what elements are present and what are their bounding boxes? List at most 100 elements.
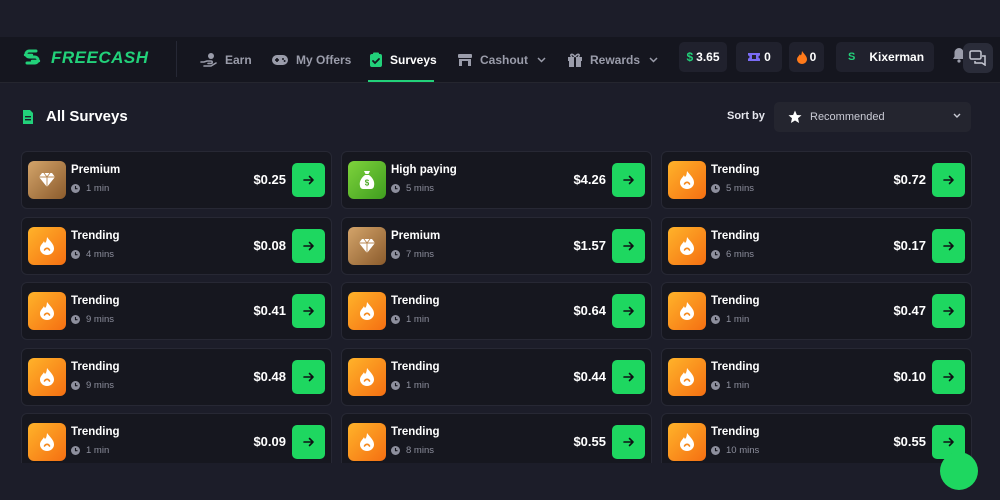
survey-duration: 1 min	[391, 314, 429, 325]
user-menu[interactable]: S Kixerman	[836, 42, 934, 72]
sort-dropdown[interactable]: Recommended	[774, 102, 971, 132]
arrow-right-icon	[942, 306, 954, 316]
survey-card[interactable]: Trending 1 min $0.10	[661, 347, 972, 406]
nav-divider	[176, 41, 177, 77]
sort-label: Sort by	[727, 110, 765, 122]
survey-card[interactable]: Trending 9 mins $0.41	[21, 282, 332, 340]
survey-duration: 5 mins	[391, 183, 434, 194]
start-survey-button[interactable]	[612, 294, 645, 328]
top-navbar: FREECASH Earn My Offers Surveys Cashout …	[0, 37, 1000, 83]
nav-surveys-label: Surveys	[390, 53, 437, 67]
survey-title: Trending	[71, 360, 120, 373]
clipboard-check-icon	[370, 52, 382, 67]
fire-icon	[680, 171, 694, 189]
survey-duration: 1 min	[711, 314, 749, 325]
survey-title: Trending	[71, 426, 120, 438]
arrow-right-icon	[942, 437, 954, 447]
survey-title: High paying	[391, 164, 457, 176]
clock-icon	[711, 315, 720, 324]
survey-price: $0.55	[893, 434, 926, 449]
survey-card[interactable]: Trending 5 mins $0.72	[661, 151, 972, 209]
survey-title: Premium	[391, 229, 441, 242]
support-chat-button[interactable]	[940, 452, 978, 490]
streak-pill[interactable]: 0	[789, 42, 824, 72]
start-survey-button[interactable]	[932, 228, 965, 263]
start-survey-button[interactable]	[292, 425, 325, 459]
survey-card[interactable]: Trending 4 mins $0.08	[21, 216, 332, 275]
nav-cashout[interactable]: Cashout	[457, 37, 546, 83]
nav-earn-label: Earn	[225, 53, 252, 67]
username: Kixerman	[869, 50, 925, 64]
top-margin	[0, 0, 1000, 37]
survey-card[interactable]: Premium 1 min $0.25	[21, 151, 332, 209]
survey-card[interactable]: Trending 1 min $0.44	[341, 347, 652, 406]
survey-duration: 9 mins	[71, 380, 114, 391]
chat-button[interactable]	[963, 43, 993, 73]
start-survey-button[interactable]	[292, 163, 325, 197]
survey-title: Premium	[71, 164, 121, 176]
survey-duration: 5 mins	[711, 183, 754, 194]
survey-card[interactable]: Trending 1 min $0.64	[341, 282, 652, 340]
survey-duration-text: 5 mins	[726, 183, 754, 194]
nav-rewards[interactable]: Rewards	[567, 37, 658, 83]
arrow-right-icon	[302, 241, 314, 250]
start-survey-button[interactable]	[612, 425, 645, 459]
survey-title: Trending	[391, 360, 440, 373]
balance-value: 3.65	[696, 50, 720, 64]
clock-icon	[711, 184, 720, 193]
survey-card[interactable]: Trending 1 min $0.47	[661, 282, 972, 340]
clock-icon	[391, 446, 400, 455]
survey-price: $0.25	[253, 172, 286, 187]
survey-duration-text: 5 mins	[406, 183, 434, 194]
survey-duration: 1 min	[711, 380, 749, 391]
survey-thumbnail	[668, 423, 706, 461]
start-survey-button[interactable]	[932, 294, 965, 328]
survey-duration: 1 min	[71, 183, 109, 194]
survey-thumbnail: $	[348, 161, 386, 199]
fire-icon	[40, 236, 54, 255]
survey-duration-text: 4 mins	[86, 248, 114, 260]
star-icon	[788, 110, 802, 123]
survey-duration-text: 1 min	[86, 445, 110, 456]
nav-my-offers[interactable]: My Offers	[271, 37, 351, 83]
survey-title: Trending	[391, 295, 440, 307]
start-survey-button[interactable]	[612, 228, 645, 263]
survey-card[interactable]: $ High paying 5 mins $4.26	[341, 151, 652, 209]
fire-icon	[40, 302, 54, 320]
survey-thumbnail	[28, 161, 66, 199]
survey-card[interactable]: Trending 9 mins $0.48	[21, 347, 332, 406]
survey-price: $1.57	[573, 237, 606, 253]
arrow-right-icon	[302, 372, 314, 381]
survey-price: $0.48	[253, 368, 286, 384]
survey-price: $0.47	[893, 303, 926, 318]
start-survey-button[interactable]	[932, 163, 965, 197]
fire-icon	[680, 302, 694, 320]
start-survey-button[interactable]	[292, 294, 325, 328]
balance-pill[interactable]: $ 3.65	[679, 42, 727, 72]
survey-duration: 7 mins	[391, 249, 434, 260]
tickets-pill[interactable]: 0	[736, 42, 782, 72]
fire-icon	[680, 367, 694, 386]
nav-active-indicator	[368, 80, 434, 82]
clock-icon	[71, 184, 80, 193]
arrow-right-icon	[622, 175, 634, 185]
survey-card[interactable]: Premium 7 mins $1.57	[341, 216, 652, 275]
nav-earn[interactable]: Earn	[200, 37, 252, 83]
start-survey-button[interactable]	[292, 228, 325, 263]
clock-icon	[391, 380, 400, 390]
brand-logo[interactable]: FREECASH	[22, 48, 149, 68]
survey-thumbnail	[668, 357, 706, 396]
survey-price: $0.72	[893, 172, 926, 187]
arrow-right-icon	[302, 175, 314, 185]
survey-card[interactable]: Trending 6 mins $0.17	[661, 216, 972, 275]
start-survey-button[interactable]	[612, 163, 645, 197]
start-survey-button[interactable]	[292, 359, 325, 394]
survey-thumbnail	[348, 292, 386, 330]
survey-duration-text: 8 mins	[406, 445, 434, 456]
survey-duration-text: 9 mins	[86, 379, 114, 391]
nav-surveys[interactable]: Surveys	[369, 37, 437, 83]
start-survey-button[interactable]	[612, 359, 645, 394]
start-survey-button[interactable]	[932, 359, 965, 394]
freecash-logo-icon	[23, 49, 41, 65]
survey-duration-text: 1 min	[406, 379, 430, 391]
